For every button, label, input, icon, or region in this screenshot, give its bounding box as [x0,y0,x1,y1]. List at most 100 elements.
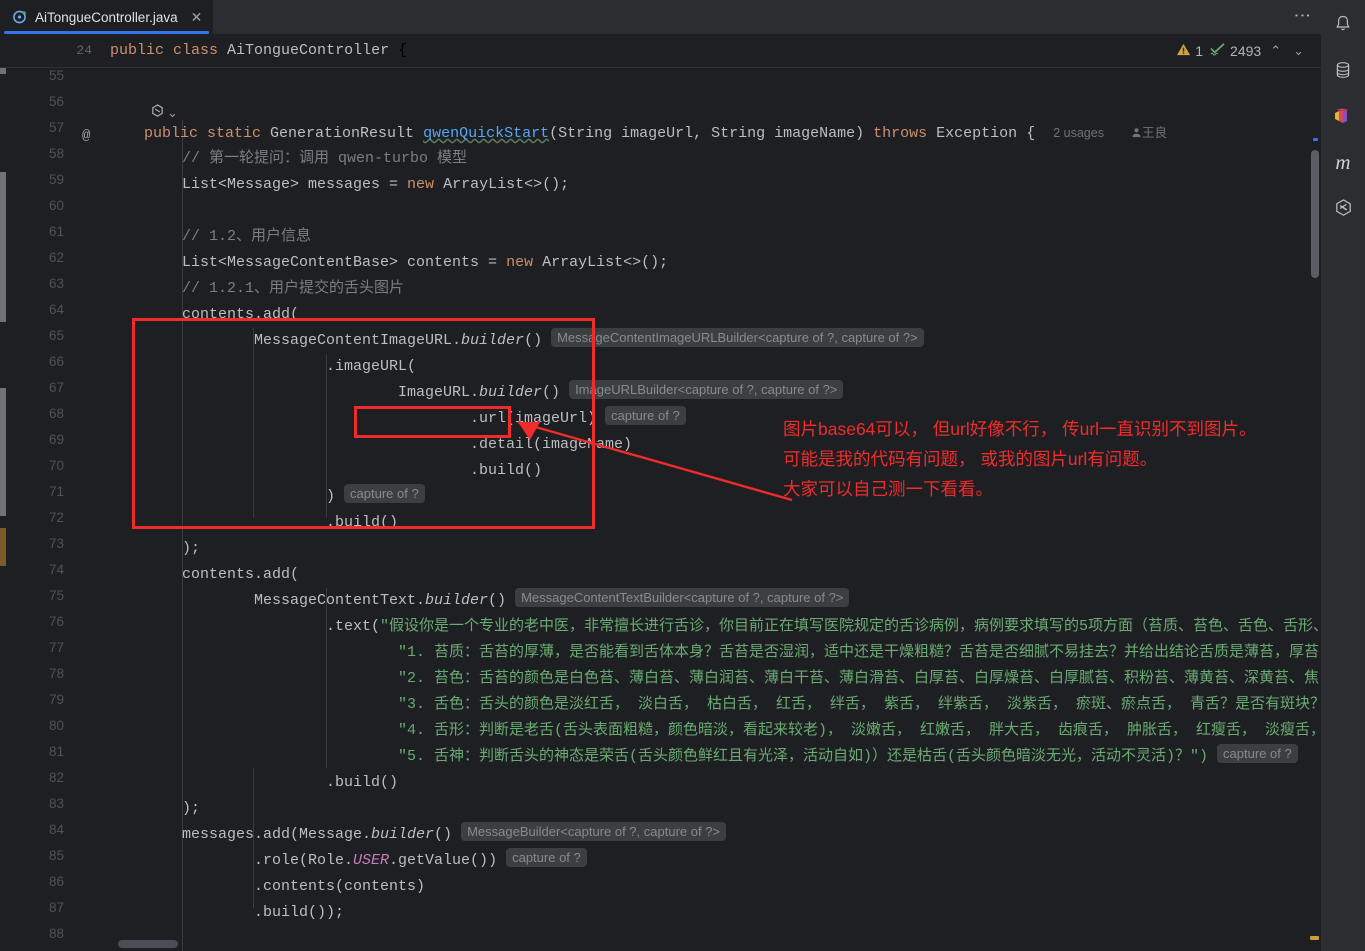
l59-new-kw: new [407,176,444,193]
plugin-icon[interactable] [1327,100,1359,132]
type-hint-inlay[interactable]: MessageBuilder<capture of ?, capture of … [461,822,727,841]
scroll-marker-warning [1310,936,1319,940]
code-line-80: "4. 舌形：判断是老舌(舌头表面粗糙，颜色暗淡，看起来较老)， 淡嫩舌， 红嫩… [398,722,1321,739]
line-number: 62 [48,250,64,265]
code-line-70: .build() [470,462,543,479]
l59-init: ArrayList<>(); [443,176,570,193]
l57-method-name: qwenQuickStart [423,125,550,142]
code-line-69: .detail(imageName) [470,436,633,453]
type-hint-inlay[interactable]: MessageContentTextBuilder<capture of ?, … [515,588,850,607]
editor-tab-aitonguecontroller[interactable]: AiTongueController.java ✕ [0,0,214,34]
line-number: 69 [48,432,64,447]
code-line-66: .imageURL( [326,358,417,375]
database-icon[interactable] [1327,54,1359,86]
warning-group[interactable]: 1 [1176,42,1203,60]
usages-inlay[interactable]: 2 usages [1053,126,1104,140]
editor-tab-bar: AiTongueController.java ✕ ⋮ [0,0,1321,34]
code-line-65: MessageContentImageURL.builder() Message… [254,328,924,354]
code-line-77: "1. 苔质：舌苔的厚薄，是否能看到舌体本身？舌苔是否湿润，适中还是干燥粗糙？舌… [398,644,1320,661]
horizontal-scrollbar-thumb[interactable] [118,940,178,948]
l76-string: "假设你是一个专业的老中医，非常擅长进行舌诊，你目前正在填写医院规定的舌诊病例，… [380,618,1321,635]
inspection-widget[interactable]: 1 2493 ⌃ ⌄ [1176,34,1307,68]
bean-validation-icon[interactable] [1327,192,1359,224]
line-number: 61 [48,224,64,239]
next-problem-icon[interactable]: ⌄ [1290,43,1307,59]
line-number: 75 [48,588,64,603]
l85-getvalue: .getValue()) [389,852,498,869]
l84-parens: () [434,826,453,843]
sticky-keyword: public class [110,42,219,59]
line-number: 76 [48,614,64,629]
l57-modifiers: public static [144,125,271,142]
code-line-82: .build() [326,774,399,791]
l79-string: "3. 舌色：舌头的颜色是淡红舌， 淡白舌， 枯白舌， 红舌， 绊舌， 紫舌， … [398,696,1321,713]
l62-init: ArrayList<>(); [542,254,669,271]
vertical-scrollbar[interactable] [1309,136,1321,951]
l81-string: "5. 舌神：判断舌头的神态是荣舌(舌头颜色鲜红且有光泽，活动自如)）还是枯舌(… [398,748,1209,765]
l57-params: (String imageUrl, String imageName) [549,125,874,142]
annotation-note-line-1: 图片base64可以， 但url好像不行， 传url一直识别不到图片。 [783,419,1257,439]
author-inlay[interactable]: 王良 [1142,126,1167,140]
right-tool-window-bar[interactable]: m [1321,0,1365,951]
type-hint-inlay[interactable]: MessageContentImageURLBuilder<capture of… [551,328,924,347]
line-number: 68 [48,406,64,421]
ide-window: AiTongueController.java ✕ ⋮ 24 public cl… [0,0,1365,951]
code-line-75: MessageContentText.builder() MessageCont… [254,588,850,614]
line-number: 78 [48,666,64,681]
type-hint-inlay[interactable]: capture of ? [506,848,587,867]
type-hint-inlay[interactable]: capture of ? [605,406,686,425]
code-line-57: public static GenerationResult qwenQuick… [144,120,1167,146]
sticky-class-name: AiTongueController [227,42,390,59]
previous-problem-icon[interactable]: ⌃ [1267,43,1284,59]
sticky-class-declaration: public class AiTongueController { [108,42,407,59]
l57-exception: Exception [936,125,1027,142]
l67-builder: builder [479,384,543,401]
chevron-down-icon[interactable]: ⌄ [167,105,178,121]
maven-icon[interactable]: m [1327,146,1359,178]
l68-url-call: .url(imageUrl) [470,410,597,427]
change-marker-a [0,172,6,322]
annotation-marker-icon[interactable]: @ [82,128,90,144]
code-line-72: .build() [326,514,399,531]
l84-builder: builder [371,826,435,843]
close-icon[interactable]: ✕ [189,8,205,26]
code-content[interactable]: ⌄ public static GenerationResult qwenQui… [108,68,1321,951]
l75-type: MessageContentText. [254,592,426,609]
vertical-scrollbar-thumb[interactable] [1311,150,1319,278]
sticky-brace: { [398,42,408,59]
line-number: 88 [48,926,64,941]
code-line-78: "2. 苔色：舌苔的颜色是白色苔、薄白苔、薄白润苔、薄白干苔、薄白滑苔、白厚苔、… [398,670,1320,687]
annotation-note-line-3: 大家可以自己测一下看看。 [783,479,993,499]
code-line-71: ) capture of ? [326,484,425,510]
editor-tab-label: AiTongueController.java [35,9,178,25]
code-line-73: ); [182,540,201,557]
code-line-62: List<MessageContentBase> contents = new … [182,250,668,276]
code-line-61: // 1.2、用户信息 [182,228,312,245]
tab-overflow-menu-icon[interactable]: ⋮ [1287,7,1321,27]
annotation-note-line-2: 可能是我的代码有问题， 或我的图片url有问题。 [783,449,1158,469]
type-hint-inlay[interactable]: ImageURLBuilder<capture of ?, capture of… [569,380,844,399]
code-line-58: // 第一轮提问：调用 qwen-turbo 模型 [182,150,468,167]
l85-enum-const: USER [353,852,390,869]
line-number: 72 [48,510,64,525]
inspection-ok-group[interactable]: 2493 [1209,42,1261,60]
code-line-85: .role(Role.USER.getValue()) capture of ? [254,848,587,874]
line-number: 84 [48,822,64,837]
line-number-gutter[interactable]: 55 56 57 58 59 60 61 62 63 64 65 66 67 68 69 70 71 72 73 74… [12,68,108,951]
warning-triangle-icon [1176,42,1191,60]
line-number: 86 [48,874,64,889]
code-line-84: messages.add(Message.builder() MessageBu… [182,822,727,848]
line-number: 56 [48,94,64,109]
inspection-ok-count: 2493 [1230,43,1262,59]
code-editor[interactable]: 55 56 57 58 59 60 61 62 63 64 65 66 67 68 69 70 71 72 73 74… [0,68,1321,951]
l67-type: ImageURL. [398,384,480,401]
line-number: 74 [48,562,64,577]
type-hint-inlay[interactable]: capture of ? [344,484,425,503]
code-line-74: contents.add( [182,566,300,583]
line-number: 82 [48,770,64,785]
line-number: 60 [48,198,64,213]
type-hint-inlay[interactable]: capture of ? [1217,744,1298,763]
line-number: 79 [48,692,64,707]
notifications-icon[interactable] [1327,8,1359,40]
code-line-67: ImageURL.builder() ImageURLBuilder<captu… [398,380,844,406]
